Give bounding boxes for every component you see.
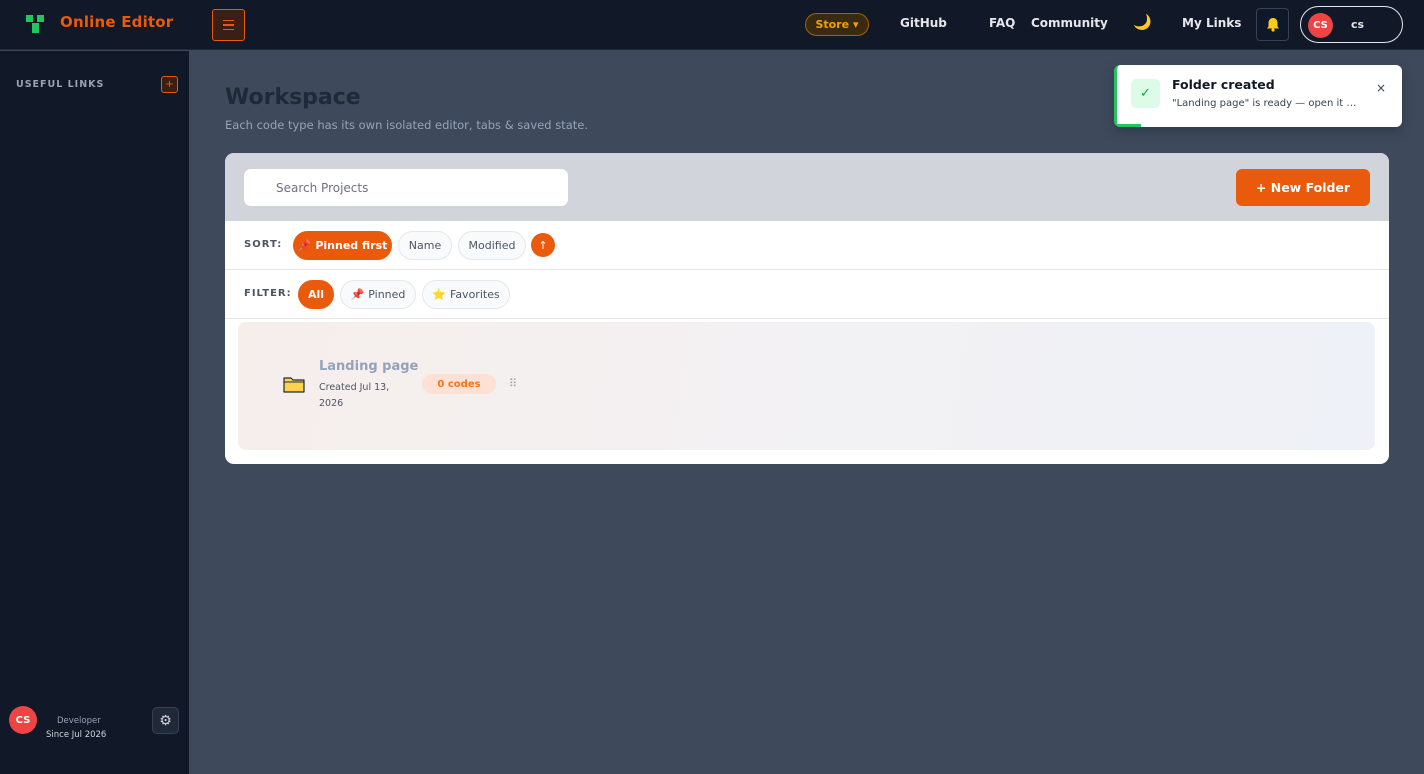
pushpin-icon: 📌	[297, 239, 312, 252]
sort-label: SORT:	[244, 239, 283, 250]
sort-chip-pinned-first[interactable]: 📌 Pinned first	[293, 231, 392, 260]
folder-icon	[283, 377, 305, 393]
close-icon[interactable]: ×	[1376, 81, 1386, 95]
notifications-button[interactable]	[1256, 8, 1289, 41]
nav-link-github[interactable]: GitHub	[900, 16, 947, 30]
toast-notification: ✓ Folder created "Landing page" is ready…	[1114, 65, 1402, 127]
filter-chip-favorites[interactable]: ⭐ Favorites	[422, 280, 510, 309]
theme-toggle-moon-icon[interactable]: 🌙	[1133, 13, 1152, 31]
folder-name[interactable]: Landing page	[319, 359, 418, 374]
search-input[interactable]	[244, 169, 568, 206]
nav-link-community[interactable]: Community	[1031, 16, 1108, 30]
member-since: Since Jul 2026	[46, 730, 107, 740]
filter-chip-all[interactable]: All	[298, 280, 334, 309]
sidebar: USEFUL LINKS + CS Developer Since Jul 20…	[0, 51, 189, 774]
sort-row: SORT: 📌 Pinned first Name Modified ↑	[225, 221, 1389, 270]
brand-name[interactable]: Online Editor	[60, 13, 173, 31]
check-icon: ✓	[1131, 79, 1160, 108]
bell-icon	[1266, 18, 1279, 32]
top-navbar: Online Editor Store ▾ GitHub FAQ Communi…	[0, 0, 1424, 50]
drag-handle-icon[interactable]: ⠿	[509, 377, 517, 390]
star-icon: ⭐	[432, 288, 446, 301]
add-link-button[interactable]: +	[161, 76, 178, 93]
user-menu-button[interactable]: CS cs	[1300, 6, 1403, 43]
store-dropdown-button[interactable]: Store ▾	[805, 13, 869, 36]
workspace-card: + New Folder SORT: 📌Pinned first Name Mo…	[225, 153, 1389, 464]
avatar: CS	[1308, 13, 1333, 38]
filter-row: FILTER: All 📌 Pinned ⭐ Favorites	[225, 270, 1389, 319]
folder-created-date: Created Jul 13, 2026	[319, 382, 390, 409]
pushpin-icon: 📌	[350, 288, 365, 301]
gear-icon: ⚙	[159, 712, 172, 729]
filter-label: FILTER:	[244, 288, 292, 299]
sidebar-avatar[interactable]: CS	[9, 706, 37, 734]
sort-direction-button[interactable]: ↑	[531, 233, 555, 257]
arrow-up-icon: ↑	[538, 238, 548, 252]
filter-chip-pinned[interactable]: 📌 Pinned	[340, 280, 416, 309]
settings-button[interactable]: ⚙	[152, 707, 179, 734]
user-role: Developer	[57, 716, 101, 726]
hamburger-menu-button[interactable]	[212, 9, 245, 41]
sort-chip-name[interactable]: Name	[398, 231, 452, 260]
card-toolbar: + New Folder	[225, 153, 1389, 221]
user-name: cs	[1351, 18, 1365, 31]
nav-link-faq[interactable]: FAQ	[989, 16, 1015, 30]
menu-icon	[223, 19, 234, 22]
codes-count-badge: 0 codes	[422, 374, 496, 394]
toast-progress-bar	[1117, 124, 1141, 127]
page-subtitle: Each code type has its own isolated edit…	[225, 118, 588, 132]
folder-card[interactable]: Landing page Created Jul 13, 2026 0 code…	[238, 322, 1375, 450]
toast-title: Folder created	[1172, 77, 1275, 92]
sort-chip-modified[interactable]: Modified	[458, 231, 526, 260]
nav-link-my-links[interactable]: My Links	[1182, 16, 1241, 30]
useful-links-heading: USEFUL LINKS	[16, 79, 105, 90]
page-title: Workspace	[225, 85, 361, 110]
logo-icon	[26, 15, 44, 33]
new-folder-button[interactable]: + New Folder	[1236, 169, 1370, 206]
toast-message: "Landing page" is ready — open it and st…	[1172, 98, 1362, 109]
